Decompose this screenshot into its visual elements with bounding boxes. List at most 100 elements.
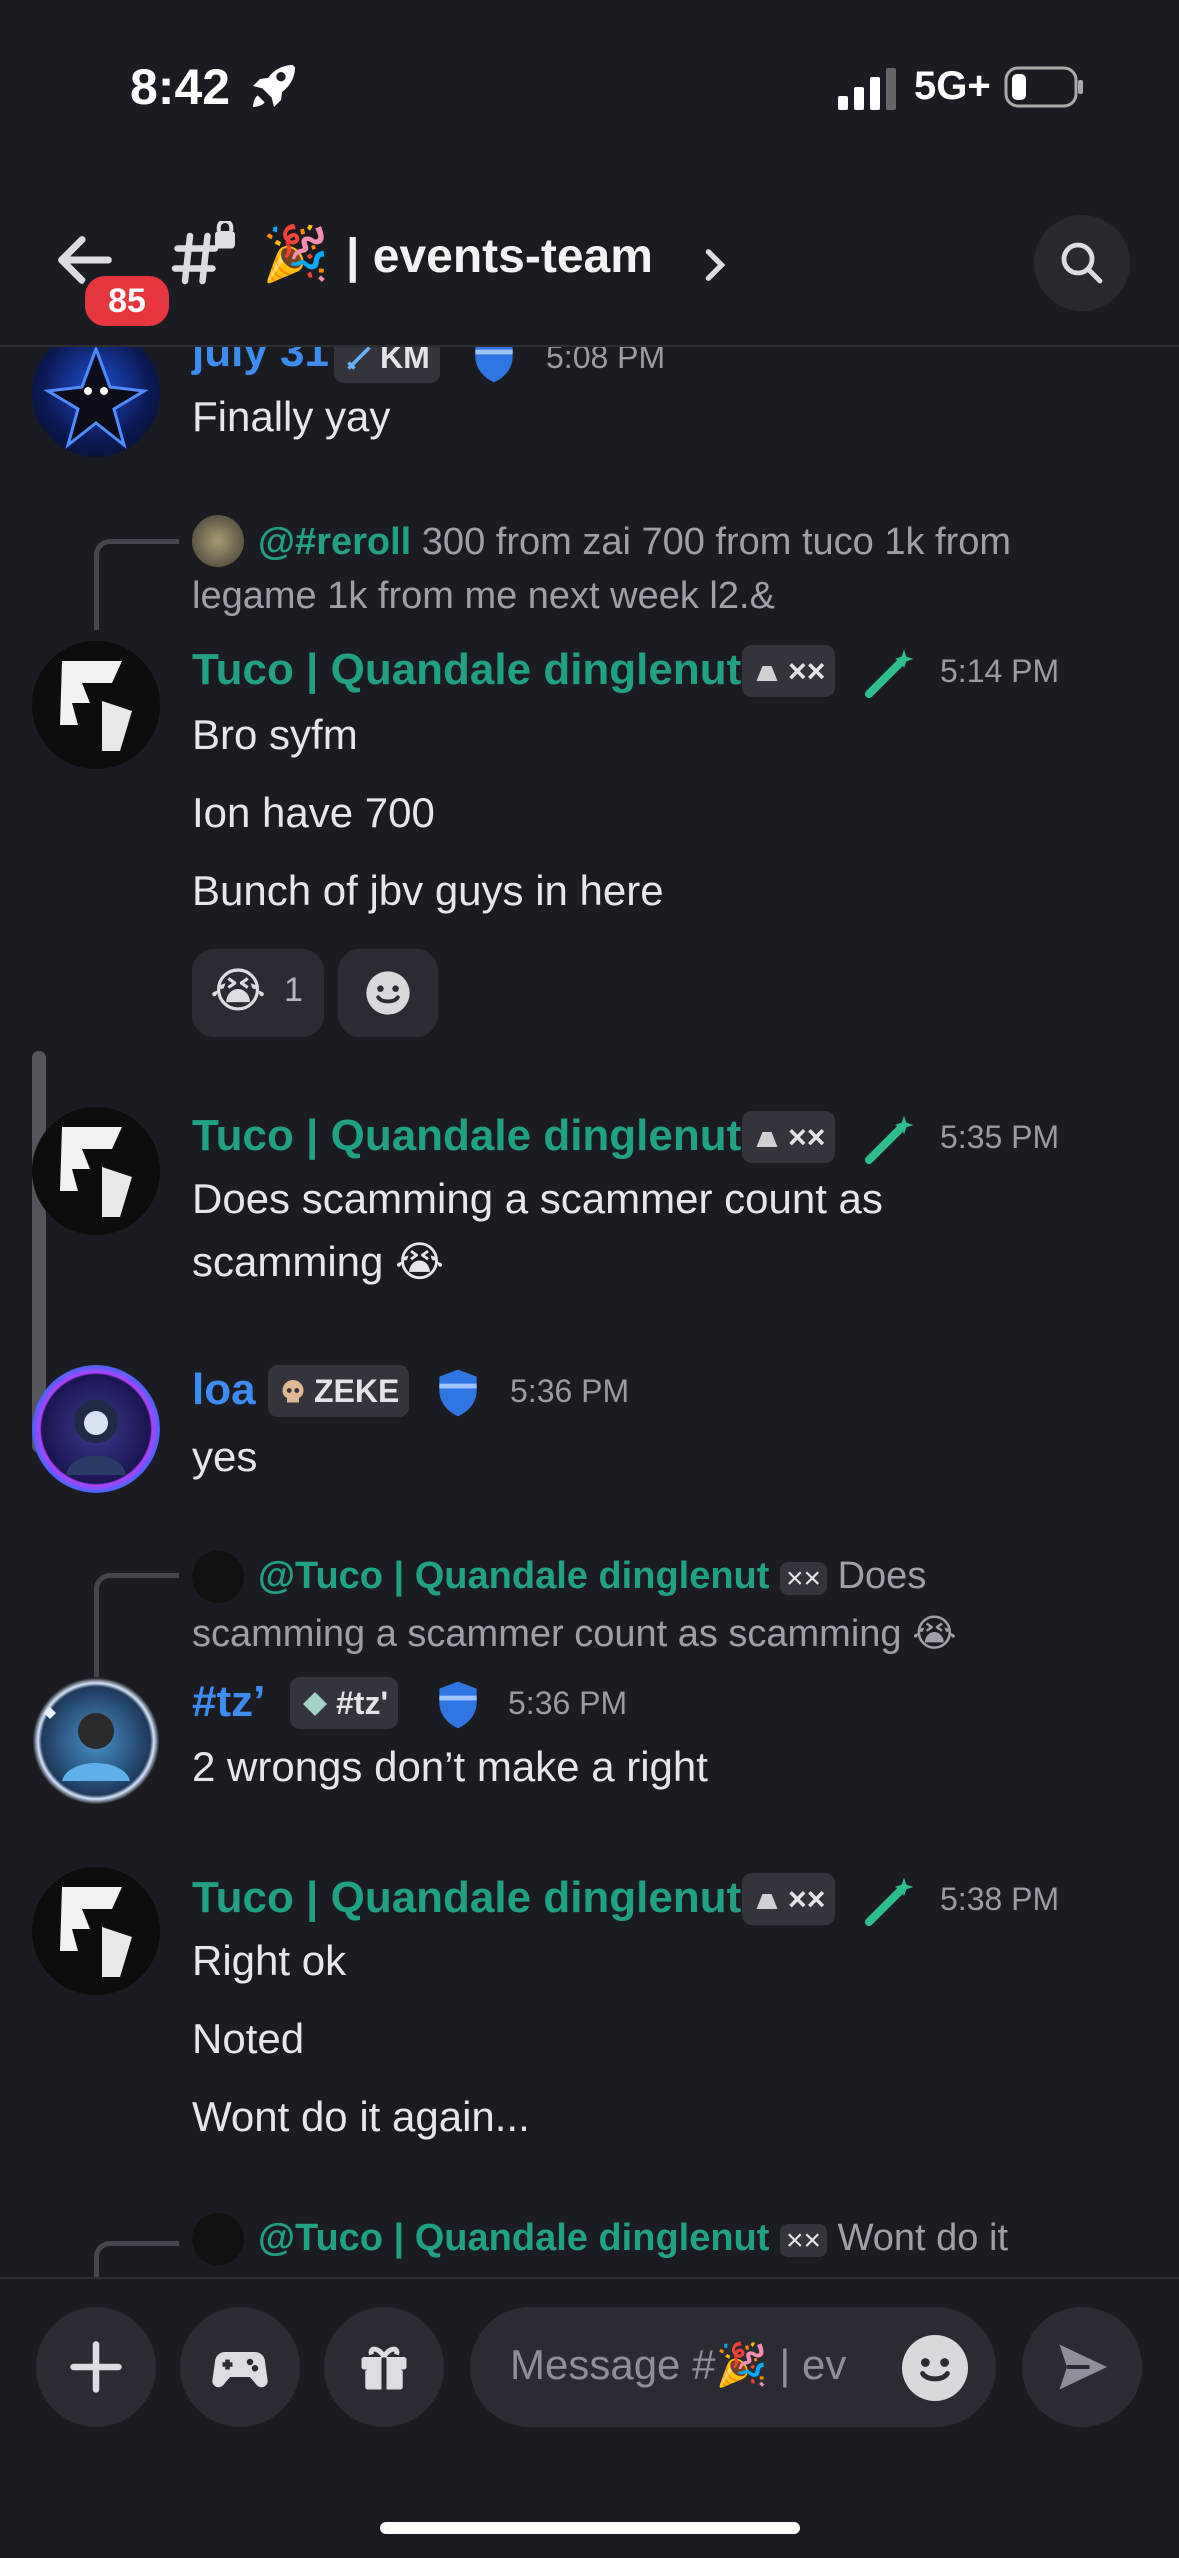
reaction-emoji: 😭 [210,965,267,1018]
message-text: Bunch of jbv guys in here [192,867,664,914]
reply-tag: ×× [780,2224,828,2257]
sparkle-wand-icon [864,1115,914,1165]
avatar[interactable] [32,1867,160,1995]
message-text: Bro syfm [192,711,358,758]
status-bar: 8:42 5G+ [0,0,1179,175]
message-text: Ion have 700 [192,789,435,836]
timestamp: 5:35 PM [940,1119,1060,1155]
party-popper-emoji: 🎉 [262,224,330,284]
reply-snippet: Wont do it [837,2217,1008,2259]
guild-tag: #tz' [290,1677,399,1729]
username[interactable]: Tuco | Quandale dinglenut [192,1111,741,1161]
guild-tag-label: ×× [788,1881,826,1917]
username[interactable]: Tuco | Quandale dinglenut [192,645,741,695]
shield-badge-icon [475,347,513,383]
avatar[interactable] [32,1677,160,1805]
rock-icon [756,666,778,681]
guild-tag-label: #tz' [336,1685,389,1721]
battery-icon [1004,66,1083,108]
message-list[interactable]: july 31 KM 5:08 PM Finally yay @#reroll … [0,347,1179,2277]
username[interactable]: #tz’ [192,1677,265,1727]
reply-preview[interactable]: @Tuco | Quandale dinglenut ×× Wont do it [258,2217,1008,2260]
rock-icon [756,1894,778,1909]
message-input[interactable]: Message #🎉 | ev [470,2307,996,2427]
rock-icon [756,1132,778,1147]
reply-mention: @Tuco | Quandale dinglenut [258,1555,770,1597]
reply-mention: @#reroll [258,521,412,563]
message-text: Wont do it again... [192,2093,530,2140]
guild-tag-label: ZEKE [314,1373,400,1409]
reply-connector [94,1573,179,1678]
emoji-picker-button[interactable] [902,2335,968,2401]
avatar[interactable] [32,641,160,769]
channel-name[interactable]: | events-team [346,229,653,284]
send-button[interactable] [1022,2307,1142,2427]
reply-snippet-cont: legame 1k from me next week l2.& [192,575,775,617]
guild-tag: ×× [742,1873,836,1925]
reply-tag: ×× [780,1562,828,1595]
shield-badge-icon [439,1681,477,1729]
shield-badge-icon [439,1369,477,1417]
reply-snippet: 300 from zai 700 from tuco 1k from [421,521,1012,563]
username[interactable]: loa [192,1365,256,1415]
timestamp: 5:14 PM [940,653,1060,689]
message-text: yes [192,1433,258,1480]
message-text: Finally yay [192,393,391,440]
timestamp: 5:38 PM [940,1881,1060,1917]
plus-icon [70,2341,122,2393]
message-text: scamming 😭 [192,1238,445,1285]
gift-button[interactable] [324,2307,444,2427]
message-text: 2 wrongs don’t make a right [192,1743,708,1790]
reply-preview[interactable]: @#reroll 300 from zai 700 from tuco 1k f… [258,521,1011,564]
username[interactable]: july 31 [192,347,329,377]
reaction-count: 1 [284,971,303,1009]
message-text: Right ok [192,1937,347,1984]
avatar[interactable] [32,1107,160,1235]
message-input-placeholder: Message #🎉 | ev [510,2341,847,2388]
skull-icon [282,1380,304,1403]
search-icon [1061,242,1103,284]
guild-tag-label: ×× [788,653,826,689]
message-text: Noted [192,2015,305,2062]
add-reaction-button[interactable] [338,949,438,1037]
reply-avatar [192,2213,244,2265]
gift-icon [361,2346,407,2390]
clock: 8:42 [130,59,231,115]
guild-tag-label: ×× [788,1119,826,1155]
sparkle-wand-icon [864,1877,914,1927]
channel-header: 85 🎉 | events-team [0,175,1179,347]
cellular-signal-icon [838,68,896,110]
avatar[interactable] [32,347,160,457]
home-indicator[interactable] [380,2522,800,2534]
timestamp: 5:36 PM [508,1685,628,1721]
diamond-icon [303,1692,327,1716]
gamepad-icon [212,2352,268,2388]
reply-mention: @Tuco | Quandale dinglenut [258,2217,770,2259]
message-text: Does scamming a scammer count as [192,1175,883,1222]
guild-tag: KM [334,347,440,383]
timestamp: 5:08 PM [546,347,666,375]
avatar[interactable] [32,1365,160,1493]
sparkle-wand-icon [864,649,914,699]
message-composer: Message #🎉 | ev [0,2277,1179,2558]
reply-avatar [192,515,244,567]
smiley-icon [920,2358,950,2382]
add-attachment-button[interactable] [36,2307,156,2427]
chevron-right-icon[interactable] [700,243,730,287]
sword-icon [347,347,371,370]
send-icon [1059,2344,1107,2390]
activities-button[interactable] [180,2307,300,2427]
locked-text-channel-icon [171,221,235,285]
guild-tag: ×× [742,645,836,697]
guild-tag: ×× [742,1111,836,1163]
guild-tag-label: KM [380,347,430,375]
reply-avatar [192,1551,244,1603]
reply-preview[interactable]: @Tuco | Quandale dinglenut ×× Does [258,1555,926,1598]
reply-connector [94,539,179,630]
network-type: 5G+ [914,64,991,108]
reaction-chip[interactable]: 😭 1 [192,949,324,1037]
rocket-icon [253,65,295,107]
search-button[interactable] [1034,215,1130,311]
unread-badge[interactable]: 85 [80,271,174,331]
username[interactable]: Tuco | Quandale dinglenut [192,1873,741,1923]
